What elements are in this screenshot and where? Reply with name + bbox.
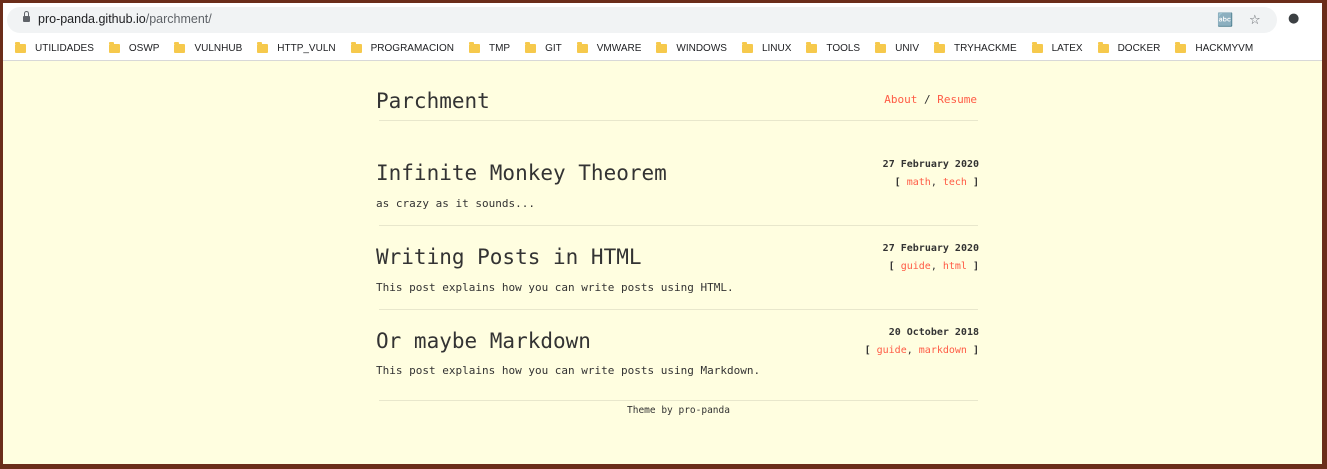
post-tags: [ guide, html ] bbox=[888, 261, 979, 272]
lock-icon[interactable] bbox=[23, 11, 30, 22]
bookmark-label: GIT bbox=[545, 43, 562, 54]
translate-icon[interactable]: 🔤 bbox=[1217, 14, 1233, 27]
bookmark-folder[interactable]: WINDOWS bbox=[656, 42, 727, 54]
bookmark-folder[interactable]: GIT bbox=[525, 42, 562, 54]
tag-link[interactable]: guide bbox=[877, 345, 907, 356]
post-divider bbox=[379, 225, 978, 226]
bookmark-label: UTILIDADES bbox=[35, 43, 94, 54]
bookmark-label: TOOLS bbox=[826, 43, 861, 54]
folder-icon bbox=[468, 42, 480, 53]
nav-resume-link[interactable]: Resume bbox=[937, 93, 977, 106]
bookmark-folder[interactable]: UNIV bbox=[875, 42, 920, 54]
bookmark-label: LINUX bbox=[761, 43, 792, 54]
bookmark-folder[interactable]: LINUX bbox=[741, 42, 792, 54]
folder-icon bbox=[174, 42, 186, 53]
site-nav: About / Resume bbox=[884, 93, 977, 106]
folder-icon bbox=[1097, 42, 1109, 53]
tag-link[interactable]: markdown bbox=[919, 345, 967, 356]
folder-icon bbox=[1031, 42, 1043, 53]
extension-icon[interactable]: ● bbox=[1288, 12, 1299, 25]
folder-icon bbox=[1175, 42, 1187, 53]
tag-link[interactable]: html bbox=[943, 261, 967, 272]
address-bar-area: pro-panda.github.io/parchment/ 🔤 ☆ ● bbox=[3, 3, 1322, 37]
post-date: 27 February 2020 bbox=[882, 243, 979, 254]
folder-icon bbox=[525, 42, 537, 53]
folder-icon bbox=[806, 42, 818, 53]
post-divider bbox=[379, 309, 978, 310]
post-description: as crazy as it sounds... bbox=[376, 197, 535, 210]
bookmark-folder[interactable]: VMWARE bbox=[576, 42, 642, 54]
post-date: 27 February 2020 bbox=[882, 159, 979, 170]
url-host: pro-panda.github.io bbox=[38, 12, 146, 26]
page-content: Parchment About / Resume Infinite Monkey… bbox=[3, 62, 1322, 464]
post-title-link[interactable]: Writing Posts in HTML bbox=[376, 245, 642, 269]
tag-link[interactable]: guide bbox=[901, 261, 931, 272]
folder-icon bbox=[257, 42, 269, 53]
footer-divider bbox=[379, 400, 978, 401]
bookmark-label: VULNHUB bbox=[194, 43, 243, 54]
post-description: This post explains how you can write pos… bbox=[376, 281, 734, 294]
bookmark-folder[interactable]: UTILIDADES bbox=[15, 42, 94, 54]
post-description: This post explains how you can write pos… bbox=[376, 364, 761, 377]
bookmark-label: DOCKER bbox=[1117, 43, 1161, 54]
folder-icon bbox=[741, 42, 753, 53]
folder-icon bbox=[108, 42, 120, 53]
folder-icon bbox=[576, 42, 588, 53]
post-tags: [ math, tech ] bbox=[894, 177, 979, 188]
tag-link[interactable]: tech bbox=[943, 177, 967, 188]
bookmark-folder[interactable]: TRYHACKME bbox=[934, 42, 1017, 54]
bookmark-label: WINDOWS bbox=[676, 43, 727, 54]
bookmark-folder[interactable]: LATEX bbox=[1031, 42, 1083, 54]
bookmark-label: VMWARE bbox=[596, 43, 642, 54]
folder-icon bbox=[934, 42, 946, 53]
url-path: /parchment/ bbox=[145, 12, 212, 26]
bookmark-folder[interactable]: OSWP bbox=[108, 42, 160, 54]
header-divider bbox=[379, 120, 978, 121]
bookmark-folder[interactable]: HACKMYVM bbox=[1175, 42, 1254, 54]
bookmark-label: PROGRAMACION bbox=[370, 43, 454, 54]
bookmark-label: UNIV bbox=[895, 43, 920, 54]
folder-icon bbox=[15, 42, 26, 53]
bookmark-label: HACKMYVM bbox=[1195, 43, 1254, 54]
omnibox[interactable]: pro-panda.github.io/parchment/ 🔤 ☆ bbox=[7, 7, 1277, 33]
nav-separator: / bbox=[924, 93, 931, 106]
bookmark-folder[interactable]: TMP bbox=[468, 42, 511, 54]
folder-icon bbox=[656, 42, 668, 53]
post-date: 20 October 2018 bbox=[888, 327, 979, 338]
url-text[interactable]: pro-panda.github.io/parchment/ bbox=[38, 12, 212, 26]
bookmark-label: TMP bbox=[488, 43, 511, 54]
bookmark-folder[interactable]: TOOLS bbox=[806, 42, 861, 54]
bookmark-label: LATEX bbox=[1051, 43, 1083, 54]
nav-about-link[interactable]: About bbox=[884, 93, 917, 106]
bookmark-label: OSWP bbox=[128, 43, 160, 54]
bookmark-folder[interactable]: DOCKER bbox=[1097, 42, 1161, 54]
tag-link[interactable]: math bbox=[907, 177, 931, 188]
bookmark-folder[interactable]: HTTP_VULN bbox=[257, 42, 336, 54]
site-title[interactable]: Parchment bbox=[376, 89, 490, 113]
bookmark-label: HTTP_VULN bbox=[277, 43, 336, 54]
folder-icon bbox=[875, 42, 887, 53]
bookmark-folder[interactable]: VULNHUB bbox=[174, 42, 243, 54]
bookmarks-bar: UTILIDADES OSWP VULNHUB HTTP_VULN PROGRAMACI… bbox=[3, 37, 1322, 61]
post-title-link[interactable]: Infinite Monkey Theorem bbox=[376, 161, 667, 185]
browser-window: pro-panda.github.io/parchment/ 🔤 ☆ ● UTI… bbox=[3, 3, 1322, 464]
star-icon[interactable]: ☆ bbox=[1249, 14, 1261, 27]
post-title-link[interactable]: Or maybe Markdown bbox=[376, 329, 591, 353]
bookmark-label: TRYHACKME bbox=[954, 43, 1017, 54]
folder-icon bbox=[350, 42, 362, 53]
bookmark-folder[interactable]: PROGRAMACION bbox=[350, 42, 454, 54]
post-tags: [ guide, markdown ] bbox=[864, 345, 979, 356]
footer-credit: Theme by pro-panda bbox=[627, 405, 730, 416]
